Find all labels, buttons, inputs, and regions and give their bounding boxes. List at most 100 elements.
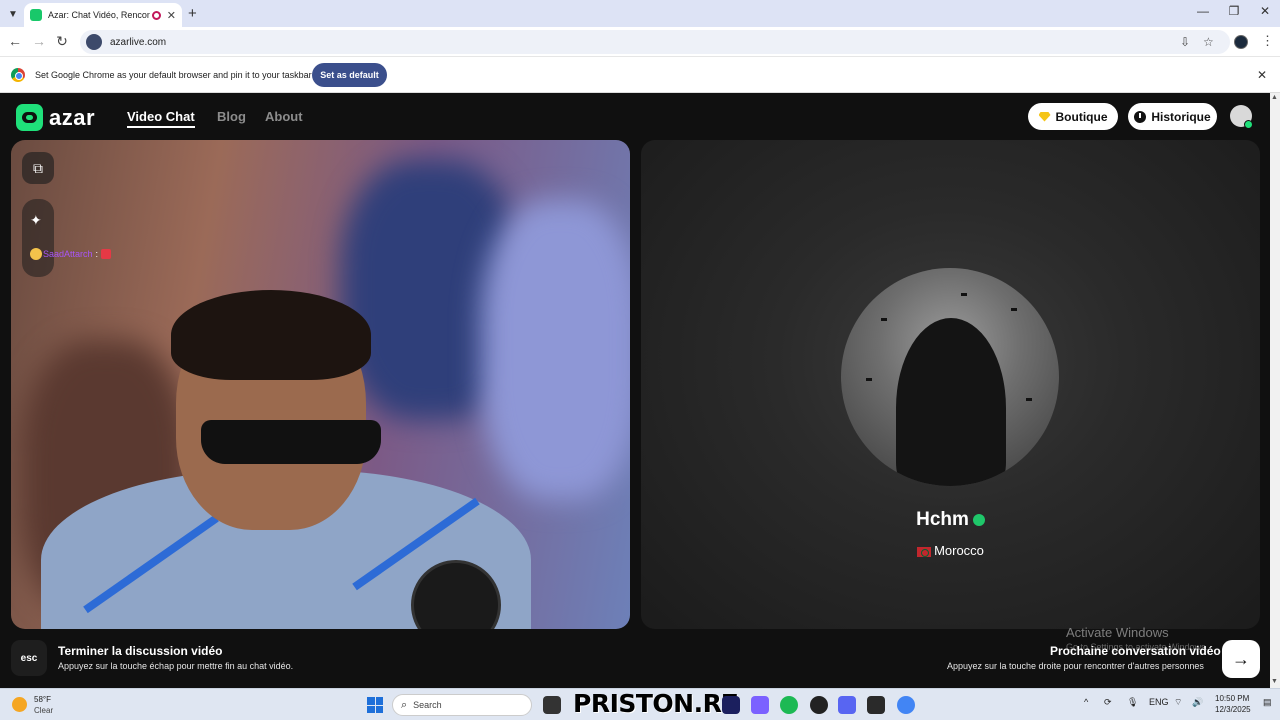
azar-favicon-icon <box>30 9 42 21</box>
boutique-button[interactable]: Boutique <box>1028 103 1118 130</box>
windows-taskbar: 58°F Clear ⌕ Search PRISTON.R7 ^ ⟳ 🎙 ENG… <box>0 688 1280 720</box>
end-chat-description: Appuyez sur la touche échap pour mettre … <box>58 661 294 671</box>
historique-button[interactable]: Historique <box>1128 103 1217 130</box>
task-view-icon[interactable] <box>543 696 561 714</box>
chat-separator: : <box>95 249 99 259</box>
tab-search-dropdown-icon[interactable]: ▼ <box>4 5 22 23</box>
azar-logo-icon <box>16 104 43 131</box>
gift-icon <box>101 249 112 259</box>
language-indicator[interactable]: ENG <box>1149 697 1169 707</box>
infobar-message: Set Google Chrome as your default browse… <box>35 70 312 80</box>
bookmark-star-icon[interactable]: ☆ <box>1203 35 1214 49</box>
clock-date[interactable]: 12/3/2025 <box>1215 705 1251 714</box>
search-icon: ⌕ <box>401 698 408 711</box>
url-text: azarlive.com <box>110 36 167 48</box>
reload-icon[interactable]: ↻ <box>53 33 71 50</box>
next-chat-button[interactable]: → <box>1222 640 1260 678</box>
epic-games-icon[interactable] <box>867 696 885 714</box>
clock-time[interactable]: 10:50 PM <box>1215 694 1249 703</box>
scroll-down-icon[interactable]: ▼ <box>1271 678 1278 685</box>
chat-user-avatar <box>30 248 42 260</box>
crow-shape <box>961 293 967 296</box>
default-browser-infobar: Set Google Chrome as your default browse… <box>0 57 1280 93</box>
effects-toolbar <box>22 199 54 277</box>
windows-start-icon[interactable] <box>367 697 383 713</box>
discord-icon[interactable] <box>838 696 856 714</box>
activate-windows-title: Activate Windows <box>1066 625 1169 640</box>
notification-icon[interactable]: ▤ <box>1263 697 1272 708</box>
crow-shape <box>1026 398 1032 401</box>
partner-video-panel: Hchm Morocco <box>641 140 1260 629</box>
chrome-profile-avatar[interactable] <box>1234 35 1248 49</box>
diamond-icon <box>1038 111 1051 122</box>
picture-in-picture-icon[interactable]: ⧉ <box>22 152 54 184</box>
morocco-flag-icon <box>917 546 932 557</box>
address-bar[interactable]: azarlive.com ⇩ ☆ <box>80 30 1230 54</box>
chat-message: SaadAttarch : <box>30 248 112 260</box>
scroll-up-icon[interactable]: ▲ <box>1271 94 1278 101</box>
weather-temperature: 58°F <box>34 695 51 704</box>
historique-label: Historique <box>1151 109 1211 124</box>
infobar-close-icon[interactable]: ✕ <box>1257 68 1267 82</box>
nav-blog[interactable]: Blog <box>217 109 246 124</box>
crow-shape <box>866 378 872 381</box>
chrome-taskbar-icon[interactable] <box>897 696 915 714</box>
site-info-icon[interactable] <box>86 34 102 50</box>
wifi-icon[interactable]: ⌔ <box>1174 697 1182 708</box>
end-chat-title: Terminer la discussion vidéo <box>58 644 223 658</box>
azar-site: azar Video Chat Blog About Boutique Hist… <box>0 93 1270 688</box>
window-close-icon[interactable]: ✕ <box>1255 4 1275 18</box>
next-chat-title: Prochaine conversation vidéo <box>1050 644 1221 658</box>
crow-shape <box>881 318 887 321</box>
taskbar-search[interactable]: ⌕ Search <box>392 694 532 716</box>
sparkle-effects-icon[interactable]: ✦ <box>30 212 42 229</box>
local-video-panel: ⧉ ✦ SaadAttarch : <box>11 140 630 629</box>
forward-icon[interactable]: → <box>30 33 48 49</box>
chrome-logo-icon <box>11 68 25 82</box>
online-status-icon <box>1244 120 1253 129</box>
next-chat-description: Appuyez sur la touche droite pour rencon… <box>947 661 1204 671</box>
partner-name: Hchm <box>916 509 969 530</box>
premiere-icon[interactable] <box>722 696 740 714</box>
tab-strip: ▼ Azar: Chat Vidéo, Rencontr ✕ + — ❐ ✕ <box>0 0 1280 27</box>
browser-tab-azar[interactable]: Azar: Chat Vidéo, Rencontr ✕ <box>24 3 182 27</box>
person-hair <box>171 290 371 380</box>
partner-country-row: Morocco <box>641 543 1260 558</box>
tab-close-icon[interactable]: ✕ <box>167 9 176 22</box>
volume-icon[interactable]: 🔊 <box>1192 697 1203 708</box>
background-blur <box>481 200 630 500</box>
copilot-icon[interactable] <box>751 696 769 714</box>
install-app-icon[interactable]: ⇩ <box>1180 35 1190 49</box>
back-icon[interactable]: ← <box>6 33 24 49</box>
priston-watermark: PRISTON.R7 <box>573 689 739 718</box>
profile-silhouette <box>896 318 1006 486</box>
weather-moon-icon[interactable] <box>12 697 27 712</box>
minimize-icon[interactable]: — <box>1193 4 1213 18</box>
microphone-tray-icon[interactable]: 🎙 <box>1127 697 1138 708</box>
chrome-menu-icon[interactable]: ⋮ <box>1261 33 1274 49</box>
steam-icon[interactable] <box>810 696 828 714</box>
partner-profile-picture <box>841 268 1059 486</box>
restore-icon[interactable]: ❐ <box>1224 4 1244 18</box>
page-scrollbar[interactable] <box>1270 93 1280 688</box>
set-as-default-button[interactable]: Set as default <box>312 63 387 87</box>
tray-overflow-icon[interactable]: ^ <box>1084 697 1088 707</box>
nav-video-chat[interactable]: Video Chat <box>127 109 195 128</box>
boutique-label: Boutique <box>1055 109 1108 124</box>
new-tab-button[interactable]: + <box>188 5 197 22</box>
end-chat-button[interactable]: esc <box>11 640 47 676</box>
clock-icon <box>1134 110 1147 123</box>
person-sunglasses <box>201 420 381 464</box>
chat-username: SaadAttarch <box>43 249 93 259</box>
azar-logo[interactable]: azar <box>16 104 95 131</box>
nav-about[interactable]: About <box>265 109 303 124</box>
sync-icon[interactable]: ⟳ <box>1104 697 1112 708</box>
partner-country: Morocco <box>934 543 984 558</box>
weather-condition: Clear <box>34 706 54 715</box>
crow-shape <box>1011 308 1017 311</box>
partner-name-row: Hchm <box>641 509 1260 531</box>
azar-logo-text: azar <box>49 104 96 130</box>
browser-toolbar: ← → ↻ azarlive.com ⇩ ☆ <box>0 27 1280 57</box>
tab-title: Azar: Chat Vidéo, Rencontr <box>48 10 150 20</box>
spotify-icon[interactable] <box>780 696 798 714</box>
